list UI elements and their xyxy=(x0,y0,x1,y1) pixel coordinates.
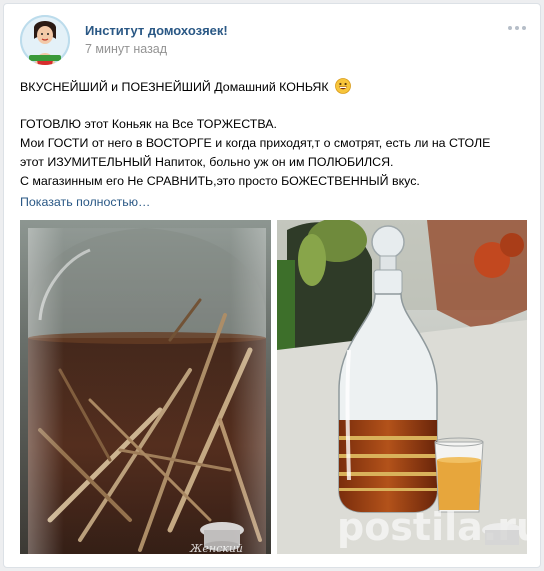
post-body-line-1: ГОТОВЛЮ этот Коньяк на Все ТОРЖЕСТВА. xyxy=(20,117,277,131)
photo-jar[interactable]: Женский xyxy=(20,220,271,554)
avatar-image xyxy=(20,15,70,65)
author-avatar[interactable] xyxy=(20,15,70,65)
post-body-line-4: С магазинным его Не СРАВНИТЬ,это просто … xyxy=(20,174,420,188)
post-headline: ВКУСНЕЙШИЙ и ПОЕЗНЕЙШИЙ Домашний КОНЬЯК xyxy=(20,80,329,94)
post-body-line-2: Мои ГОСТИ от него в ВОСТОРГЕ и когда при… xyxy=(20,136,491,150)
author-name[interactable]: Институт домохозяек! xyxy=(85,23,228,38)
decanter-photo-image: postila.ru xyxy=(277,220,527,554)
show-more-link[interactable]: Показать полностью… xyxy=(20,195,150,209)
photo-decanter[interactable]: postila.ru xyxy=(277,220,527,554)
jar-logo-text: Женский xyxy=(189,542,243,554)
post-body-line-3: этот ИЗУМИТЕЛЬНЫЙ Напиток, больно уж он … xyxy=(20,155,394,169)
post-headline-line: ВКУСНЕЙШИЙ и ПОЕЗНЕЙШИЙ Домашний КОНЬЯК xyxy=(20,78,526,95)
post-card: Институт домохозяек! 7 минут назад ВКУСН… xyxy=(3,3,541,568)
grinning-face-emoji-icon xyxy=(335,78,351,94)
more-options-icon[interactable] xyxy=(508,26,526,32)
post-time[interactable]: 7 минут назад xyxy=(85,42,167,56)
jar-photo-image: Женский xyxy=(20,220,271,554)
